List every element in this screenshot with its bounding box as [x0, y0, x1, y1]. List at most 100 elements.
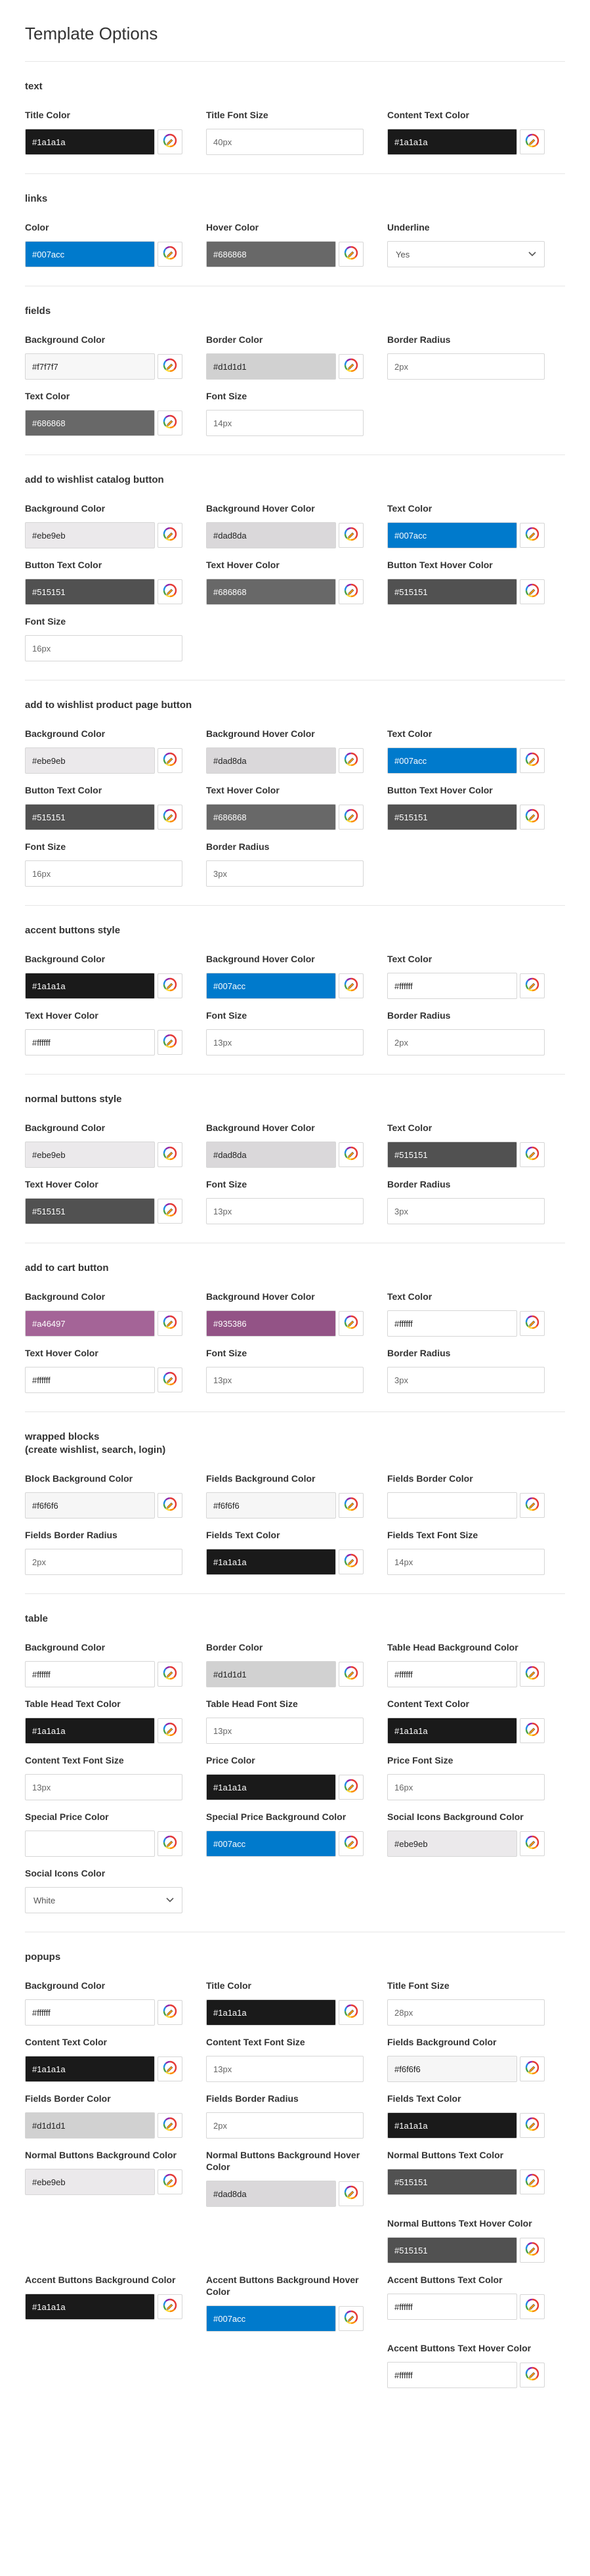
background-color-color-input[interactable]: #f7f7f7 [25, 353, 155, 380]
color-picker-button[interactable] [158, 411, 182, 435]
background-color-color-input[interactable]: #1a1a1a [25, 973, 155, 999]
fields-border-color-color-input[interactable] [387, 1492, 517, 1519]
color-picker-button[interactable] [339, 1549, 364, 1574]
text-hover-color-color-input[interactable]: #ffffff [25, 1029, 155, 1055]
color-picker-button[interactable] [520, 1311, 545, 1336]
color-picker-button[interactable] [339, 1142, 364, 1167]
color-picker-button[interactable] [520, 1831, 545, 1856]
content-text-color-color-input[interactable]: #1a1a1a [387, 129, 517, 155]
font-size-input[interactable]: 14px [206, 410, 364, 436]
background-hover-color-color-input[interactable]: #dad8da [206, 522, 336, 548]
color-picker-button[interactable] [158, 2169, 182, 2194]
fields-border-color-color-input[interactable]: #d1d1d1 [25, 2112, 155, 2139]
color-picker-button[interactable] [158, 1030, 182, 1055]
color-picker-button[interactable] [158, 1367, 182, 1392]
color-picker-button[interactable] [158, 1718, 182, 1743]
color-picker-button[interactable] [158, 973, 182, 998]
accent-buttons-background-color-color-input[interactable]: #1a1a1a [25, 2294, 155, 2320]
content-text-color-color-input[interactable]: #1a1a1a [25, 2056, 155, 2082]
button-text-hover-color-color-input[interactable]: #515151 [387, 579, 517, 605]
title-color-color-input[interactable]: #1a1a1a [25, 129, 155, 155]
color-picker-button[interactable] [339, 1311, 364, 1336]
normal-buttons-background-hover-color-color-input[interactable]: #dad8da [206, 2181, 336, 2207]
color-picker-button[interactable] [158, 354, 182, 379]
background-color-color-input[interactable]: #ebe9eb [25, 1142, 155, 1168]
underline-select[interactable]: Yes [387, 241, 545, 267]
color-picker-button[interactable] [520, 2363, 545, 2387]
social-icons-background-color-color-input[interactable]: #ebe9eb [387, 1831, 517, 1857]
fields-text-font-size-input[interactable]: 14px [387, 1549, 545, 1575]
block-background-color-color-input[interactable]: #f6f6f6 [25, 1492, 155, 1519]
normal-buttons-text-hover-color-color-input[interactable]: #515151 [387, 2237, 517, 2263]
color-picker-button[interactable] [520, 523, 545, 548]
color-picker-button[interactable] [158, 1831, 182, 1856]
color-picker-button[interactable] [339, 1831, 364, 1856]
color-picker-button[interactable] [339, 1775, 364, 1800]
content-text-color-color-input[interactable]: #1a1a1a [387, 1718, 517, 1744]
fields-border-radius-input[interactable]: 2px [25, 1549, 182, 1575]
fields-text-color-color-input[interactable]: #1a1a1a [206, 1549, 336, 1575]
fields-background-color-color-input[interactable]: #f6f6f6 [206, 1492, 336, 1519]
color-picker-button[interactable] [339, 2181, 364, 2206]
color-picker-button[interactable] [520, 129, 545, 154]
button-text-color-color-input[interactable]: #515151 [25, 804, 155, 830]
color-picker-button[interactable] [339, 2000, 364, 2025]
text-color-color-input[interactable]: #007acc [387, 522, 517, 548]
color-picker-button[interactable] [520, 2169, 545, 2194]
table-head-text-color-color-input[interactable]: #1a1a1a [25, 1718, 155, 1744]
color-picker-button[interactable] [158, 523, 182, 548]
color-picker-button[interactable] [520, 579, 545, 604]
background-color-color-input[interactable]: #ebe9eb [25, 522, 155, 548]
color-picker-button[interactable] [339, 523, 364, 548]
color-picker-button[interactable] [339, 579, 364, 604]
font-size-input[interactable]: 13px [206, 1029, 364, 1055]
background-hover-color-color-input[interactable]: #007acc [206, 973, 336, 999]
color-picker-button[interactable] [339, 242, 364, 267]
color-picker-button[interactable] [520, 1662, 545, 1687]
accent-buttons-text-color-color-input[interactable]: #ffffff [387, 2294, 517, 2320]
normal-buttons-background-color-color-input[interactable]: #ebe9eb [25, 2169, 155, 2195]
color-picker-button[interactable] [339, 354, 364, 379]
color-picker-button[interactable] [520, 1142, 545, 1167]
font-size-input[interactable]: 13px [206, 1198, 364, 1224]
color-picker-button[interactable] [520, 1718, 545, 1743]
background-hover-color-color-input[interactable]: #dad8da [206, 1142, 336, 1168]
fields-border-radius-input[interactable]: 2px [206, 2112, 364, 2139]
color-color-input[interactable]: #007acc [25, 241, 155, 267]
text-hover-color-color-input[interactable]: #ffffff [25, 1367, 155, 1393]
color-picker-button[interactable] [158, 2113, 182, 2138]
color-picker-button[interactable] [158, 1493, 182, 1518]
price-font-size-input[interactable]: 16px [387, 1774, 545, 1800]
color-picker-button[interactable] [520, 2113, 545, 2138]
color-picker-button[interactable] [520, 1493, 545, 1518]
background-color-color-input[interactable]: #a46497 [25, 1310, 155, 1337]
color-picker-button[interactable] [158, 1142, 182, 1167]
title-font-size-input[interactable]: 28px [387, 1999, 545, 2026]
color-picker-button[interactable] [520, 2238, 545, 2263]
color-picker-button[interactable] [520, 973, 545, 998]
color-picker-button[interactable] [158, 2294, 182, 2319]
font-size-input[interactable]: 16px [25, 860, 182, 887]
social-icons-color-select[interactable]: White [25, 1887, 182, 1913]
fields-text-color-color-input[interactable]: #1a1a1a [387, 2112, 517, 2139]
color-picker-button[interactable] [520, 748, 545, 773]
background-hover-color-color-input[interactable]: #935386 [206, 1310, 336, 1337]
button-text-hover-color-color-input[interactable]: #515151 [387, 804, 517, 830]
special-price-background-color-color-input[interactable]: #007acc [206, 1831, 336, 1857]
background-color-color-input[interactable]: #ebe9eb [25, 747, 155, 774]
color-picker-button[interactable] [339, 805, 364, 830]
border-color-color-input[interactable]: #d1d1d1 [206, 1661, 336, 1687]
color-picker-button[interactable] [339, 973, 364, 998]
text-hover-color-color-input[interactable]: #515151 [25, 1198, 155, 1224]
accent-buttons-text-hover-color-color-input[interactable]: #ffffff [387, 2362, 517, 2388]
color-picker-button[interactable] [339, 748, 364, 773]
font-size-input[interactable]: 16px [25, 635, 182, 661]
text-color-color-input[interactable]: #ffffff [387, 1310, 517, 1337]
color-picker-button[interactable] [520, 805, 545, 830]
table-head-font-size-input[interactable]: 13px [206, 1718, 364, 1744]
color-picker-button[interactable] [158, 805, 182, 830]
color-picker-button[interactable] [520, 2294, 545, 2319]
background-hover-color-color-input[interactable]: #dad8da [206, 747, 336, 774]
color-picker-button[interactable] [339, 1662, 364, 1687]
content-text-font-size-input[interactable]: 13px [25, 1774, 182, 1800]
